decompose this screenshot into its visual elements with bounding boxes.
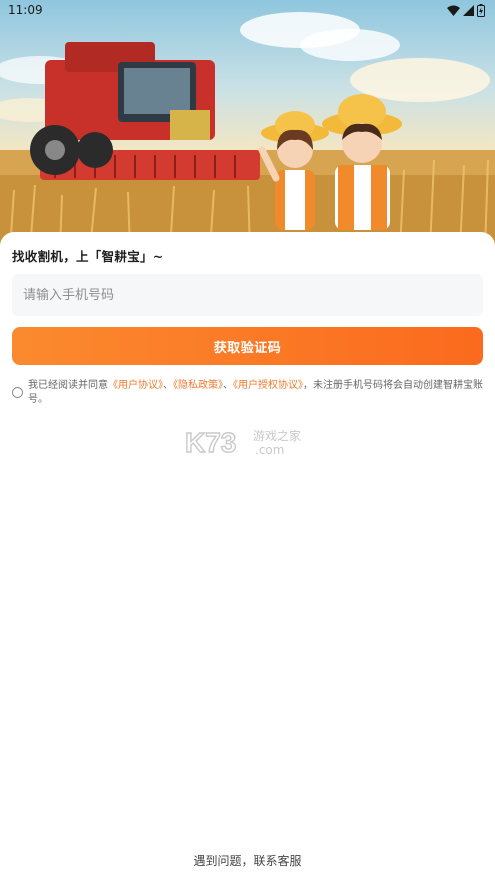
privacy-policy-link[interactable]: 《隐私政策》: [173, 380, 223, 391]
contact-support-link[interactable]: 遇到问题，联系客服: [0, 852, 495, 869]
agreement-separator: 、: [163, 380, 173, 391]
agreement-prefix: 我已经阅读并同意: [28, 380, 108, 391]
phone-field-container: [12, 274, 483, 316]
get-verification-code-button[interactable]: 获取验证码: [12, 327, 483, 365]
k73-watermark: K73 游戏之家 .com: [184, 425, 315, 461]
phone-number-input[interactable]: [12, 274, 483, 316]
wifi-icon: [447, 5, 460, 16]
agreement-text: 我已经阅读并同意《用户协议》、《隐私政策》、《用户授权协议》，未注册手机号码将会…: [28, 379, 486, 406]
harvester-illustration: [30, 42, 260, 180]
agreement-separator: 、: [223, 380, 233, 391]
hero-illustration: [0, 0, 495, 250]
watermark-text-2: .com: [255, 443, 284, 457]
login-card: 找收割机，上「智耕宝」~ 获取验证码 我已经阅读并同意《用户协议》、《隐私政策》…: [0, 232, 495, 880]
watermark-text-1: 游戏之家: [253, 428, 301, 443]
battery-icon: [477, 4, 485, 17]
signal-icon: [463, 5, 474, 16]
status-bar: 11:09: [0, 0, 495, 22]
authorization-agreement-link[interactable]: 《用户授权协议》: [233, 380, 303, 391]
farm-scene-image: [0, 12, 495, 250]
agreement-checkbox[interactable]: [12, 387, 23, 398]
watermark-brand: K73: [185, 427, 236, 458]
welcome-title: 找收割机，上「智耕宝」~: [12, 249, 164, 264]
user-agreement-link[interactable]: 《用户协议》: [108, 380, 163, 391]
status-icons: [447, 4, 485, 17]
k73-logo: K73 游戏之家 .com: [184, 426, 301, 458]
status-time: 11:09: [8, 3, 43, 17]
